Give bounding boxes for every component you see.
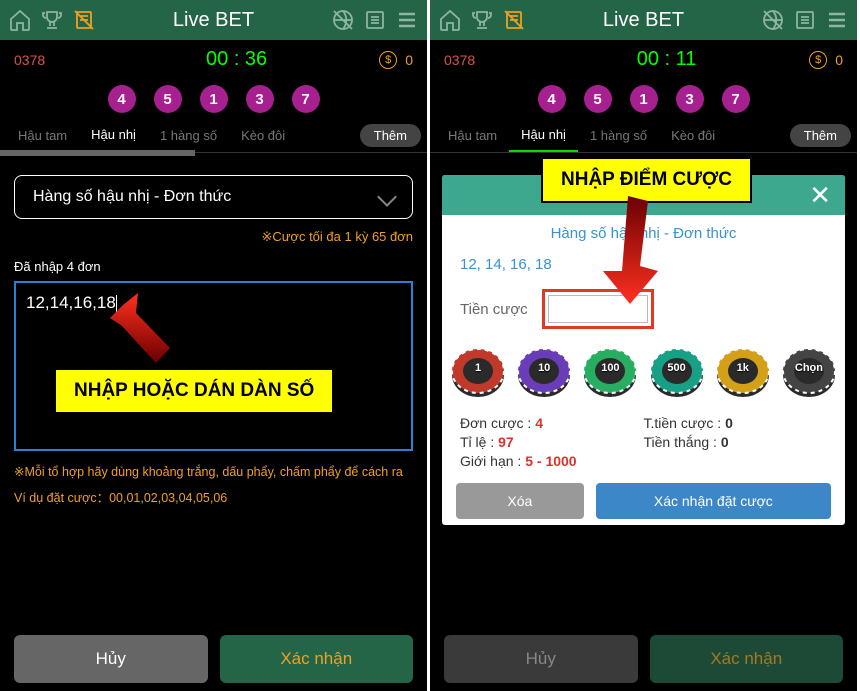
confirm-bet-button[interactable]: Xác nhận đặt cược — [596, 483, 831, 519]
dropdown-label: Hàng số hậu nhị - Đơn thức — [33, 188, 231, 206]
footer-buttons: Hủy Xác nhận — [444, 635, 843, 683]
confirm-button[interactable]: Xác nhận — [650, 635, 844, 683]
max-bet-label: ※Cược tối đa 1 kỳ 65 đơn — [0, 229, 427, 255]
header: Live BET — [430, 0, 857, 40]
menu-icon[interactable] — [825, 8, 849, 32]
header-title: Live BET — [101, 9, 326, 32]
game-id: 0378 — [14, 52, 94, 68]
tabs-row: Hậu tam Hậu nhị 1 hàng số Kèo đôi Thêm — [0, 119, 427, 153]
arrow-icon — [600, 196, 670, 306]
ball: 1 — [200, 85, 228, 113]
ball: 3 — [246, 85, 274, 113]
tab[interactable]: Hậu nhị — [509, 119, 578, 152]
bet-stats: Đơn cược : 4 T.tiền cược : 0 Tỉ lệ : 97 … — [442, 405, 845, 475]
cancel-button[interactable]: Hủy — [14, 635, 208, 683]
chevron-down-icon — [377, 187, 397, 207]
tab[interactable]: Hậu tam — [6, 120, 79, 151]
annotation-label: NHẬP HOẶC DÁN DÀN SỐ — [54, 368, 334, 414]
tab[interactable]: Kèo đôi — [229, 120, 297, 151]
list-icon[interactable] — [793, 8, 817, 32]
header: Live BET — [0, 0, 427, 40]
home-icon[interactable] — [8, 8, 32, 32]
coin-balance: $0 — [809, 51, 843, 69]
ball: 7 — [722, 85, 750, 113]
tab-more-button[interactable]: Thêm — [360, 124, 421, 147]
coin-balance: $0 — [379, 51, 413, 69]
coin-icon: $ — [379, 51, 397, 69]
numbers-input[interactable]: 12,14,16,18 — [14, 281, 413, 451]
timer: 00 : 11 — [524, 48, 809, 71]
ball: 7 — [292, 85, 320, 113]
globe-icon[interactable] — [761, 8, 785, 32]
chip-10[interactable]: 10 — [514, 347, 574, 399]
hint-text: ※Mỗi tổ hợp hãy dùng khoảng trắng, dấu p… — [0, 454, 427, 483]
trophy-icon[interactable] — [470, 8, 494, 32]
ball: 4 — [538, 85, 566, 113]
chip-1k[interactable]: 1k — [713, 347, 773, 399]
bet-type-dropdown[interactable]: Hàng số hậu nhị - Đơn thức — [14, 175, 413, 219]
tab[interactable]: Hậu tam — [436, 120, 509, 151]
screen-left: Live BET 0378 00 : 36 $0 4 5 1 3 7 Hậu t… — [0, 0, 427, 691]
list-icon[interactable] — [363, 8, 387, 32]
tab-more-button[interactable]: Thêm — [790, 124, 851, 147]
paper-icon[interactable] — [72, 8, 96, 32]
ball: 4 — [108, 85, 136, 113]
chips-row: 1 10 100 500 1k Chọn — [442, 341, 845, 405]
trophy-icon[interactable] — [40, 8, 64, 32]
ball: 3 — [676, 85, 704, 113]
coin-icon: $ — [809, 51, 827, 69]
balls-row: 4 5 1 3 7 — [430, 79, 857, 119]
status-row: 0378 00 : 11 $0 — [430, 40, 857, 79]
chip-1[interactable]: 1 — [448, 347, 508, 399]
chip-500[interactable]: 500 — [647, 347, 707, 399]
ball: 1 — [630, 85, 658, 113]
input-count-label: Đã nhập 4 đơn — [0, 255, 427, 278]
tab[interactable]: Kèo đôi — [659, 120, 727, 151]
tab[interactable]: Hậu nhị — [79, 119, 148, 152]
header-title: Live BET — [531, 9, 756, 32]
tab[interactable]: 1 hàng số — [148, 120, 229, 151]
chip-custom[interactable]: Chọn — [779, 347, 839, 399]
game-id: 0378 — [444, 52, 524, 68]
delete-button[interactable]: Xóa — [456, 483, 584, 519]
bet-amount-label: Tiền cược — [460, 301, 528, 318]
cancel-button[interactable]: Hủy — [444, 635, 638, 683]
globe-icon[interactable] — [331, 8, 355, 32]
modal-buttons: Xóa Xác nhận đặt cược — [442, 475, 845, 527]
menu-icon[interactable] — [395, 8, 419, 32]
chip-100[interactable]: 100 — [580, 347, 640, 399]
close-icon[interactable]: ✕ — [809, 180, 831, 211]
footer-buttons: Hủy Xác nhận — [14, 635, 413, 683]
paper-icon[interactable] — [502, 8, 526, 32]
home-icon[interactable] — [438, 8, 462, 32]
example-text: Ví dụ đặt cược：00,01,02,03,04,05,06 — [0, 483, 427, 510]
balls-row: 4 5 1 3 7 — [0, 79, 427, 119]
timer: 00 : 36 — [94, 48, 379, 71]
status-row: 0378 00 : 36 $0 — [0, 40, 427, 79]
tabs-row: Hậu tam Hậu nhị 1 hàng số Kèo đôi Thêm — [430, 119, 857, 153]
tab[interactable]: 1 hàng số — [578, 120, 659, 151]
arrow-icon — [110, 293, 180, 373]
scrollbar[interactable] — [0, 150, 195, 156]
ball: 5 — [584, 85, 612, 113]
screen-right: Live BET 0378 00 : 11 $0 4 5 1 3 7 Hậu t… — [430, 0, 857, 691]
ball: 5 — [154, 85, 182, 113]
confirm-button[interactable]: Xác nhận — [220, 635, 414, 683]
